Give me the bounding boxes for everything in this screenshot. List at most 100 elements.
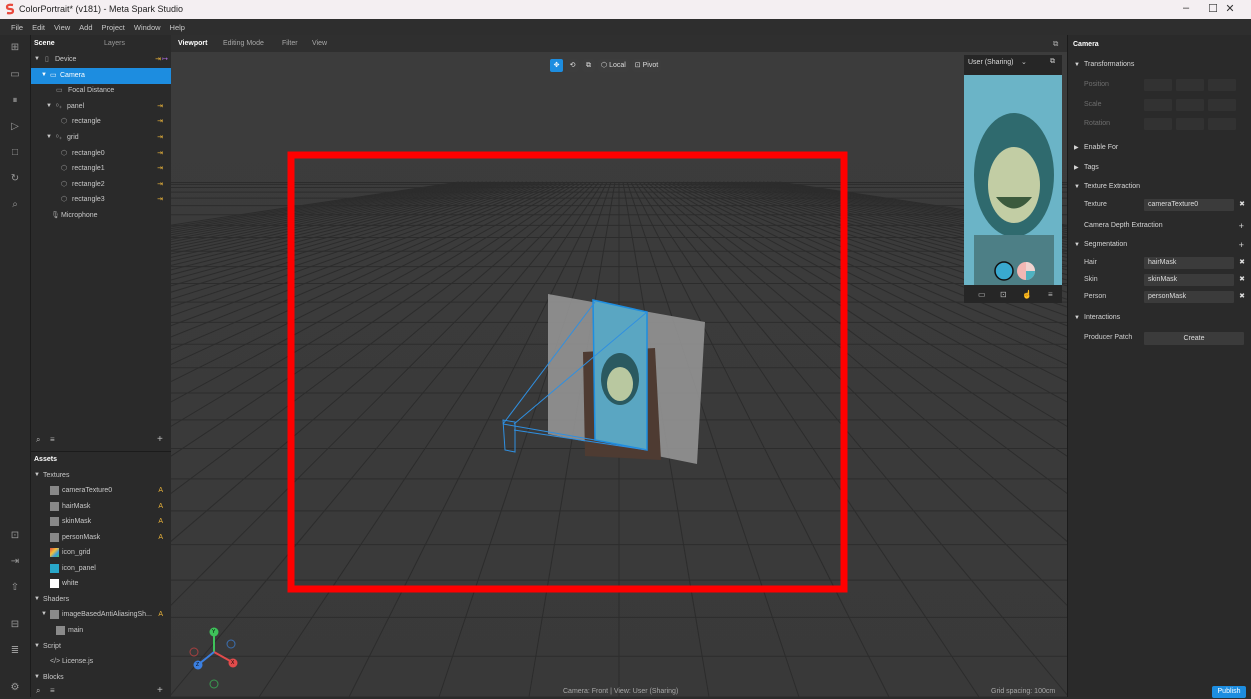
- rotate-tool-icon[interactable]: ⟲: [566, 58, 579, 72]
- script-folder[interactable]: ▼ Script: [31, 639, 171, 655]
- section-enable-for[interactable]: ▶ Enable For: [1068, 139, 1251, 157]
- tree-node-rectangle2[interactable]: ⬡ rectangle2 ⇥: [31, 177, 171, 193]
- tab-viewport[interactable]: Viewport: [178, 40, 207, 47]
- rotation-y[interactable]: [1176, 118, 1204, 130]
- link-icon[interactable]: ⇥: [157, 130, 163, 146]
- rotation-z[interactable]: [1208, 118, 1236, 130]
- record-icon[interactable]: [994, 261, 1014, 281]
- filter-icon[interactable]: ≡: [50, 686, 55, 695]
- shaders-folder[interactable]: ▼ Shaders: [31, 592, 171, 608]
- screenshot-icon[interactable]: ⊡: [1000, 290, 1007, 299]
- video-icon[interactable]: ▭: [978, 290, 986, 299]
- camera-icon[interactable]: ▭: [8, 68, 22, 82]
- asset-item[interactable]: white: [31, 576, 171, 592]
- scale-z[interactable]: [1208, 99, 1236, 111]
- position-x[interactable]: [1144, 79, 1172, 91]
- asset-item[interactable]: skinMask A: [31, 514, 171, 530]
- tree-node-rectangle0[interactable]: ⬡ rectangle0 ⇥: [31, 146, 171, 162]
- asset-item[interactable]: ▼ imageBasedAntiAliasingSh... A: [31, 607, 171, 623]
- add-icon[interactable]: +: [1239, 217, 1244, 235]
- refresh-icon[interactable]: ↻: [8, 172, 22, 186]
- link-icon[interactable]: ⇥: [157, 114, 163, 130]
- tree-node-grid[interactable]: ▼ ᵒ₊ grid ⇥: [31, 130, 171, 146]
- add-object-icon[interactable]: +: [157, 434, 163, 445]
- axis-neg-x-icon[interactable]: [189, 647, 199, 657]
- texture-field[interactable]: cameraTexture0: [1144, 199, 1234, 211]
- search-icon[interactable]: ⌕: [36, 435, 40, 445]
- textures-folder[interactable]: ▼ Textures: [31, 468, 171, 484]
- link-icon[interactable]: ⇥: [157, 161, 163, 177]
- asset-item[interactable]: </> License.js: [31, 654, 171, 670]
- tab-layers[interactable]: Layers: [104, 40, 125, 47]
- position-y[interactable]: [1176, 79, 1204, 91]
- tree-node-microphone[interactable]: 🎙 Microphone: [31, 208, 171, 224]
- link-icon[interactable]: ⇥: [157, 192, 163, 208]
- section-segmentation[interactable]: ▼ Segmentation +: [1068, 236, 1251, 254]
- popout-icon[interactable]: ⧉: [1050, 58, 1055, 66]
- menu-file[interactable]: File: [11, 23, 23, 32]
- skin-field[interactable]: skinMask: [1144, 274, 1234, 286]
- section-transformations[interactable]: ▼ Transformations: [1068, 56, 1251, 74]
- touch-icon[interactable]: ☝: [1022, 290, 1032, 299]
- rotation-x[interactable]: [1144, 118, 1172, 130]
- tab-filter[interactable]: Filter: [282, 40, 298, 47]
- menu-window[interactable]: Window: [134, 23, 161, 32]
- menu-help[interactable]: Help: [170, 23, 185, 32]
- asset-item[interactable]: main: [31, 623, 171, 639]
- link-icon[interactable]: ⇥: [157, 99, 163, 115]
- library-icon[interactable]: ≣: [8, 644, 22, 658]
- search-icon[interactable]: ⌕: [8, 198, 22, 212]
- link-purple-icon[interactable]: ↦: [162, 52, 168, 68]
- asset-item[interactable]: icon_panel: [31, 561, 171, 577]
- asset-item[interactable]: personMask A: [31, 530, 171, 546]
- tab-editing-mode[interactable]: Editing Mode: [223, 40, 264, 47]
- scale-x[interactable]: [1144, 99, 1172, 111]
- create-button[interactable]: Create: [1144, 332, 1244, 345]
- asset-item[interactable]: cameraTexture0 A: [31, 483, 171, 499]
- hair-field[interactable]: hairMask: [1144, 257, 1234, 269]
- menu-icon[interactable]: ≡: [1048, 290, 1053, 299]
- section-texture-extraction[interactable]: ▼ Texture Extraction: [1068, 178, 1251, 196]
- section-tags[interactable]: ▶ Tags: [1068, 159, 1251, 177]
- link-icon[interactable]: ⇥: [157, 146, 163, 162]
- tree-node-rectangle3[interactable]: ⬡ rectangle3 ⇥: [31, 192, 171, 208]
- pivot-toggle[interactable]: ⊡ Pivot: [631, 58, 662, 72]
- add-asset-icon[interactable]: +: [157, 685, 163, 696]
- remove-icon[interactable]: ✖: [1239, 196, 1245, 214]
- scene-panel-icon[interactable]: ⊞: [8, 41, 22, 55]
- menu-add[interactable]: Add: [79, 23, 92, 32]
- import-icon[interactable]: ⊡: [8, 529, 22, 543]
- play-icon[interactable]: ▷: [8, 120, 22, 134]
- section-interactions[interactable]: ▼ Interactions: [1068, 309, 1251, 327]
- remove-icon[interactable]: ✖: [1239, 254, 1245, 272]
- link-icon[interactable]: ⇥: [157, 177, 163, 193]
- menu-edit[interactable]: Edit: [32, 23, 45, 32]
- settings-icon[interactable]: ⚙: [8, 681, 22, 695]
- link-icon[interactable]: ⇥: [155, 52, 161, 68]
- add-icon[interactable]: +: [1239, 236, 1244, 254]
- tree-node-rectangle1[interactable]: ⬡ rectangle1 ⇥: [31, 161, 171, 177]
- popout-icon[interactable]: ⧉: [1053, 39, 1058, 49]
- stop-icon[interactable]: □: [8, 146, 22, 160]
- upload-icon[interactable]: ⇧: [8, 581, 22, 595]
- tree-node-device[interactable]: ▼ ▯ Device ⇥ ↦: [31, 52, 171, 68]
- preview-device-select[interactable]: User (Sharing): [968, 59, 1014, 66]
- tree-node-camera[interactable]: ▼ ▭ Camera: [31, 68, 171, 84]
- asset-item[interactable]: icon_grid: [31, 545, 171, 561]
- publish-button[interactable]: Publish: [1212, 686, 1246, 698]
- close-button[interactable]: ✕: [1210, 2, 1250, 15]
- remove-icon[interactable]: ✖: [1239, 271, 1245, 289]
- tree-node-panel[interactable]: ▼ ᵒ₊ panel ⇥: [31, 99, 171, 115]
- tree-node-rectangle[interactable]: ⬡ rectangle ⇥: [31, 114, 171, 130]
- asset-item[interactable]: hairMask A: [31, 499, 171, 515]
- remove-icon[interactable]: ✖: [1239, 288, 1245, 306]
- filter-icon[interactable]: ≡: [50, 435, 55, 444]
- menu-project[interactable]: Project: [102, 23, 125, 32]
- axis-neg-y-icon[interactable]: [209, 679, 219, 689]
- section-camera-depth[interactable]: Camera Depth Extraction +: [1068, 217, 1251, 235]
- chevron-down-icon[interactable]: ⌄: [1021, 58, 1027, 66]
- pause-icon[interactable]: ⏸: [8, 94, 22, 108]
- position-z[interactable]: [1208, 79, 1236, 91]
- viewport-3d[interactable]: Y X Z ✥ ⟲ ⧉ ⬡ Local ⊡ Pivot User (Sharin…: [171, 52, 1067, 697]
- tab-scene[interactable]: Scene: [34, 40, 55, 47]
